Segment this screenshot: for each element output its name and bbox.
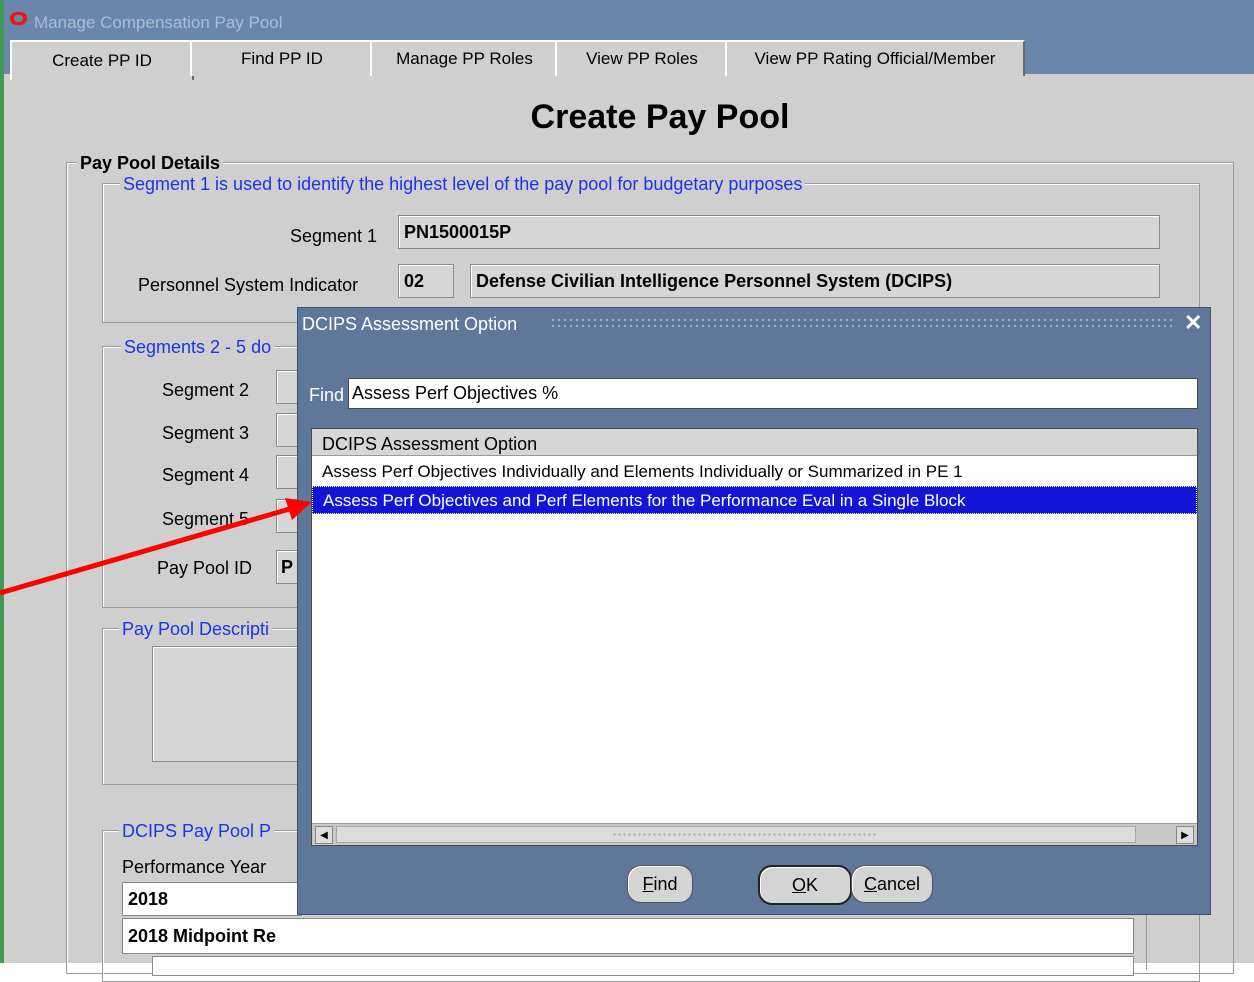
ok-button-label: K [806, 874, 819, 895]
midpoint-review-field[interactable]: 2018 Midpoint Re [122, 918, 1134, 954]
tab-view-pp-rating-official[interactable]: View PP Rating Official/Member [725, 40, 1025, 76]
dialog-titlebar[interactable]: DCIPS Assessment Option ✕ [298, 308, 1210, 338]
tab-label: Create PP ID [52, 51, 152, 70]
list-item-selected[interactable]: Assess Perf Objectives and Perf Elements… [312, 486, 1197, 514]
cancel-button-label: ancel [876, 873, 921, 894]
tab-manage-pp-roles[interactable]: Manage PP Roles [370, 40, 559, 76]
find-button-label: ind [653, 873, 678, 894]
scroll-right-icon[interactable]: ▶ [1176, 826, 1194, 844]
segments-legend: Segments 2 - 5 do [121, 337, 275, 358]
scroll-left-icon[interactable]: ◀ [315, 826, 333, 844]
next-field[interactable] [152, 956, 1134, 976]
description-field[interactable] [152, 646, 302, 762]
find-input[interactable]: Assess Perf Objectives % [348, 378, 1198, 409]
find-button[interactable]: Find [627, 865, 693, 903]
horizontal-scrollbar[interactable]: ◀ ▶ [312, 823, 1197, 845]
segment1-legend: Segment 1 is used to identify the highes… [120, 174, 806, 195]
window-titlebar: Manage Compensation Pay Pool [4, 0, 1254, 36]
ok-button-mnemonic: O [791, 874, 806, 895]
find-label: Find [309, 385, 345, 405]
psi-label: Personnel System Indicator [138, 275, 359, 295]
list-column-header: DCIPS Assessment Option [312, 429, 1197, 456]
scroll-thumb[interactable] [336, 826, 1136, 843]
cancel-button[interactable]: Cancel [851, 865, 933, 903]
performance-year-label: Performance Year [122, 857, 267, 877]
tab-create-pp-id[interactable]: Create PP ID [10, 40, 194, 80]
tab-label: View PP Roles [586, 49, 698, 68]
psi-code-field[interactable]: 02 [398, 264, 454, 298]
segment4-label: Segment 4 [162, 465, 250, 485]
segment1-label: Segment 1 [290, 226, 378, 246]
find-button-mnemonic: F [642, 873, 654, 894]
tab-label: View PP Rating Official/Member [754, 49, 996, 68]
performance-year-field[interactable]: 2018 [122, 882, 302, 916]
tab-label: Manage PP Roles [396, 49, 533, 68]
window-title: Manage Compensation Pay Pool [34, 13, 283, 32]
description-legend: Pay Pool Descripti [119, 619, 273, 640]
close-icon[interactable]: ✕ [1184, 310, 1202, 336]
list-item[interactable]: Assess Perf Objectives Individually and … [312, 458, 1197, 486]
page-title: Create Pay Pool [530, 98, 790, 136]
segment1-field[interactable]: PN1500015P [398, 215, 1160, 249]
section-title: Pay Pool Details [77, 153, 224, 174]
oracle-logo-icon [10, 12, 27, 25]
tab-view-pp-roles[interactable]: View PP Roles [555, 40, 729, 76]
segment3-label: Segment 3 [162, 423, 250, 443]
dialog-title: DCIPS Assessment Option [302, 314, 518, 334]
cancel-button-mnemonic: C [863, 873, 877, 894]
psi-name-field[interactable]: Defense Civilian Intelligence Personnel … [470, 264, 1160, 298]
arrow-head [285, 498, 312, 520]
titlebar-grip [550, 317, 1174, 329]
scroll-grip [612, 832, 877, 838]
ok-button[interactable]: OK [758, 865, 852, 905]
tab-find-pp-id[interactable]: Find PP ID [190, 40, 374, 76]
tab-label: Find PP ID [241, 49, 323, 68]
segment2-label: Segment 2 [162, 380, 250, 400]
arrow-shaft [0, 505, 294, 596]
annotation-arrow-icon [0, 498, 312, 596]
dcips-pay-pool-legend: DCIPS Pay Pool P [119, 821, 275, 842]
segment1-group [102, 183, 1200, 323]
